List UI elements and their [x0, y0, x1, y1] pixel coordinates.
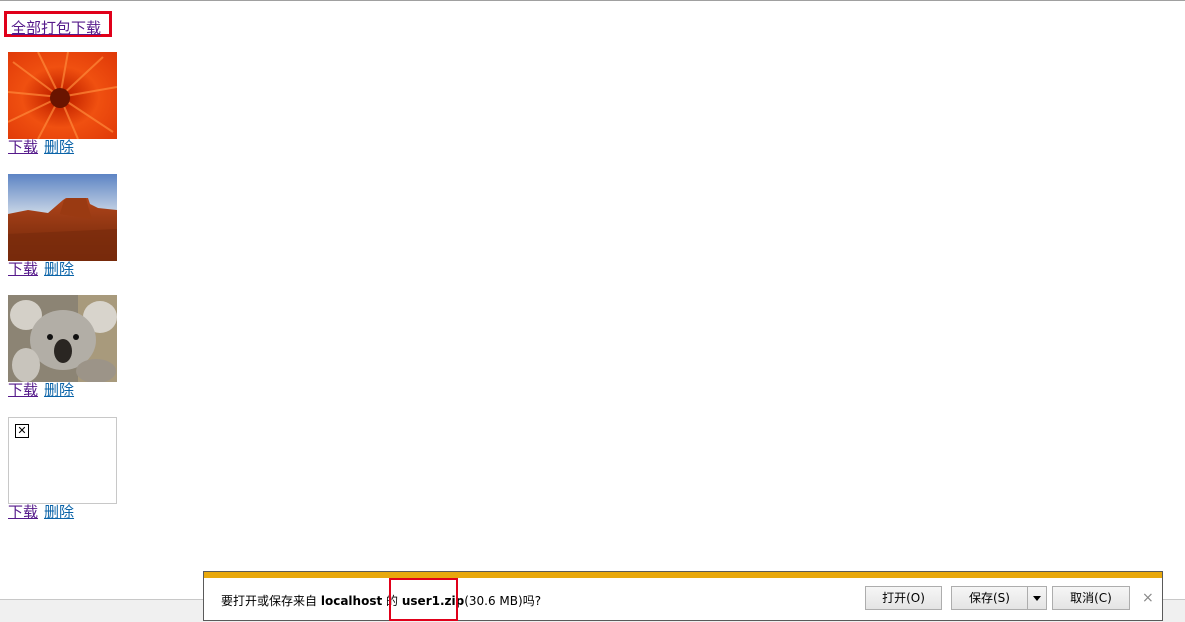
notification-message: 要打开或保存来自 localhost 的 user1.zip(30.6 MB)吗… [221, 592, 541, 609]
item-links: 下载 删除 [8, 139, 123, 156]
notification-accent [204, 572, 1162, 578]
delete-link[interactable]: 删除 [44, 503, 74, 521]
download-link[interactable]: 下载 [8, 381, 38, 399]
item-links: 下载 删除 [8, 504, 123, 521]
top-border [0, 0, 1185, 1]
broken-image-icon: ✕ [15, 424, 29, 438]
cancel-button[interactable]: 取消(C) [1052, 586, 1130, 610]
thumbnail-desert [8, 174, 117, 261]
download-link[interactable]: 下载 [8, 503, 38, 521]
item-links: 下载 删除 [8, 382, 123, 399]
thumbnail-koala [8, 295, 117, 382]
download-all-highlight: 全部打包下载 [4, 11, 112, 37]
thumbnail-broken: ✕ [8, 417, 117, 504]
image-item: 下载 删除 [8, 52, 123, 156]
chevron-down-icon [1033, 596, 1041, 601]
delete-link[interactable]: 删除 [44, 138, 74, 156]
delete-link[interactable]: 删除 [44, 381, 74, 399]
image-item: 下载 删除 [8, 174, 123, 278]
close-icon[interactable]: × [1142, 590, 1154, 606]
download-all-link[interactable]: 全部打包下载 [11, 17, 101, 38]
host-name: localhost [320, 594, 383, 608]
delete-link[interactable]: 删除 [44, 260, 74, 278]
filename-highlight [389, 578, 458, 621]
save-options-dropdown[interactable] [1027, 586, 1047, 610]
file-size: (30.6 MB)吗? [464, 594, 542, 608]
image-item: ✕ 下载 删除 [8, 417, 123, 521]
image-item: 下载 删除 [8, 295, 123, 399]
thumbnail-chrysanthemum [8, 52, 117, 139]
download-notification-bar: 要打开或保存来自 localhost 的 user1.zip(30.6 MB)吗… [203, 571, 1163, 621]
message-prefix: 要打开或保存来自 [221, 594, 318, 608]
download-link[interactable]: 下载 [8, 260, 38, 278]
item-links: 下载 删除 [8, 261, 123, 278]
open-button[interactable]: 打开(O) [865, 586, 942, 610]
save-button[interactable]: 保存(S) [951, 586, 1027, 610]
download-link[interactable]: 下载 [8, 138, 38, 156]
